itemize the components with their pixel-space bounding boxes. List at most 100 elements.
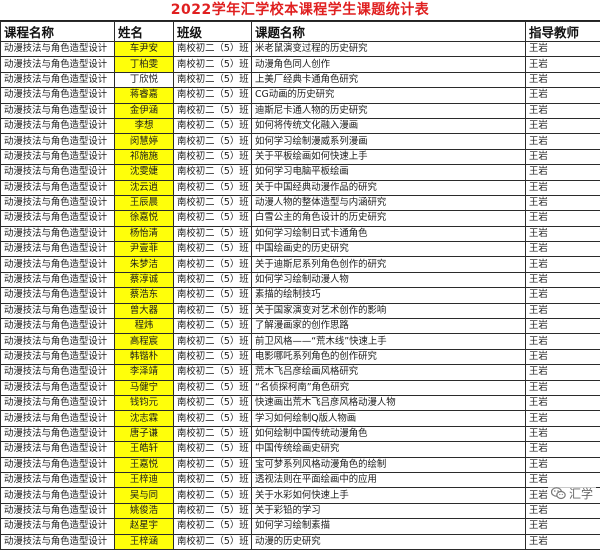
cell-name[interactable]: 车尹安 [115,42,174,57]
cell-teacher[interactable]: 王岩 [526,365,600,380]
cell-teacher[interactable]: 王岩 [526,118,600,133]
cell-class[interactable]: 南校初二（5）班 [174,472,252,487]
cell-class[interactable]: 南校初二（5）班 [174,180,252,195]
cell-course[interactable]: 动漫技法与角色造型设计 [1,411,115,426]
cell-class[interactable]: 南校初二（5）班 [174,457,252,472]
cell-teacher[interactable]: 王岩 [526,149,600,164]
cell-name[interactable]: 徐嘉悦 [115,211,174,226]
cell-topic[interactable]: 快速画出荒木飞吕彦风格动漫人物 [252,395,526,410]
cell-class[interactable]: 南校初二（5）班 [174,288,252,303]
cell-name[interactable]: 金伊涵 [115,103,174,118]
cell-topic[interactable]: 白雪公主的角色设计的历史研究 [252,211,526,226]
cell-teacher[interactable]: 王岩 [526,195,600,210]
cell-teacher[interactable]: 王岩 [526,334,600,349]
cell-teacher[interactable]: 王岩 [526,426,600,441]
cell-course[interactable]: 动漫技法与角色造型设计 [1,42,115,57]
cell-topic[interactable]: 关于平板绘画如何快速上手 [252,149,526,164]
cell-teacher[interactable]: 王岩 [526,411,600,426]
cell-name[interactable]: 马健宁 [115,380,174,395]
cell-course[interactable]: 动漫技法与角色造型设计 [1,303,115,318]
cell-class[interactable]: 南校初二（5）班 [174,57,252,72]
cell-teacher[interactable]: 王岩 [526,519,600,534]
cell-name[interactable]: 蒋睿嘉 [115,88,174,103]
cell-course[interactable]: 动漫技法与角色造型设计 [1,72,115,87]
cell-topic[interactable]: 动漫人物的整体造型与内涵研究 [252,195,526,210]
cell-teacher[interactable]: 王岩 [526,303,600,318]
cell-teacher[interactable]: 王岩 [526,380,600,395]
cell-course[interactable]: 动漫技法与角色造型设计 [1,472,115,487]
cell-course[interactable]: 动漫技法与角色造型设计 [1,442,115,457]
cell-name[interactable]: 赵星宇 [115,519,174,534]
cell-topic[interactable]: 如何学习绘制动漫人物 [252,272,526,287]
cell-topic[interactable]: 宝可梦系列风格动漫角色的绘制 [252,457,526,472]
cell-course[interactable]: 动漫技法与角色造型设计 [1,103,115,118]
cell-name[interactable]: 王梓迪 [115,472,174,487]
cell-teacher[interactable]: 王岩 [526,349,600,364]
cell-name[interactable]: 沈云逍 [115,180,174,195]
header-course[interactable]: 课程名称 [1,22,115,42]
cell-topic[interactable]: 学习如何绘制Q版人物画 [252,411,526,426]
cell-name[interactable]: 姚俊浩 [115,503,174,518]
cell-class[interactable]: 南校初二（5）班 [174,149,252,164]
cell-topic[interactable]: 如何学习电脑平板绘画 [252,165,526,180]
cell-class[interactable]: 南校初二（5）班 [174,519,252,534]
cell-course[interactable]: 动漫技法与角色造型设计 [1,211,115,226]
cell-class[interactable]: 南校初二（5）班 [174,103,252,118]
cell-topic[interactable]: 关于彩铅的学习 [252,503,526,518]
cell-topic[interactable]: CG动画的历史研究 [252,88,526,103]
cell-topic[interactable]: 动漫的历史研究 [252,534,526,549]
cell-class[interactable]: 南校初二（5）班 [174,242,252,257]
cell-name[interactable]: 李泽靖 [115,365,174,380]
cell-topic[interactable]: 中国绘画史的历史研究 [252,242,526,257]
cell-topic[interactable]: 关于水彩如何快速上手 [252,488,526,503]
cell-course[interactable]: 动漫技法与角色造型设计 [1,118,115,133]
cell-class[interactable]: 南校初二（5）班 [174,319,252,334]
cell-class[interactable]: 南校初二（5）班 [174,72,252,87]
cell-teacher[interactable]: 王岩 [526,72,600,87]
cell-class[interactable]: 南校初二（5）班 [174,272,252,287]
cell-course[interactable]: 动漫技法与角色造型设计 [1,180,115,195]
cell-class[interactable]: 南校初二（5）班 [174,118,252,133]
cell-course[interactable]: 动漫技法与角色造型设计 [1,165,115,180]
cell-topic[interactable]: 电影哪吒系列角色的创作研究 [252,349,526,364]
cell-course[interactable]: 动漫技法与角色造型设计 [1,488,115,503]
cell-name[interactable]: 蔡浩东 [115,288,174,303]
cell-teacher[interactable]: 王岩 [526,442,600,457]
cell-class[interactable]: 南校初二（5）班 [174,303,252,318]
cell-name[interactable]: 高程宸 [115,334,174,349]
cell-name[interactable]: 王皓轩 [115,442,174,457]
cell-class[interactable]: 南校初二（5）班 [174,395,252,410]
cell-course[interactable]: 动漫技法与角色造型设计 [1,257,115,272]
cell-course[interactable]: 动漫技法与角色造型设计 [1,195,115,210]
cell-teacher[interactable]: 王岩 [526,211,600,226]
cell-course[interactable]: 动漫技法与角色造型设计 [1,242,115,257]
cell-topic[interactable]: 如何学习绘制素描 [252,519,526,534]
cell-teacher[interactable]: 王岩 [526,165,600,180]
cell-topic[interactable]: 关于迪斯尼系列角色创作的研究 [252,257,526,272]
cell-topic[interactable]: 如何学习绘制日式卡通角色 [252,226,526,241]
cell-course[interactable]: 动漫技法与角色造型设计 [1,534,115,549]
cell-topic[interactable]: 如何绘制中国传统动漫角色 [252,426,526,441]
cell-class[interactable]: 南校初二（5）班 [174,442,252,457]
cell-topic[interactable]: 米老鼠演变过程的历史研究 [252,42,526,57]
cell-class[interactable]: 南校初二（5）班 [174,42,252,57]
header-name[interactable]: 姓名 [115,22,174,42]
cell-teacher[interactable]: 王岩 [526,319,600,334]
cell-class[interactable]: 南校初二（5）班 [174,195,252,210]
cell-name[interactable]: 吴与同 [115,488,174,503]
cell-topic[interactable]: 荒木飞吕彦绘画风格研究 [252,365,526,380]
cell-topic[interactable]: 素描的绘制技巧 [252,288,526,303]
cell-course[interactable]: 动漫技法与角色造型设计 [1,149,115,164]
cell-course[interactable]: 动漫技法与角色造型设计 [1,134,115,149]
cell-teacher[interactable]: 王岩 [526,57,600,72]
header-topic[interactable]: 课题名称 [252,22,526,42]
cell-topic[interactable]: 关于国家演变对艺术创作的影响 [252,303,526,318]
cell-class[interactable]: 南校初二（5）班 [174,257,252,272]
cell-teacher[interactable]: 王岩 [526,503,600,518]
cell-course[interactable]: 动漫技法与角色造型设计 [1,319,115,334]
cell-name[interactable]: 丁欣悦 [115,72,174,87]
cell-class[interactable]: 南校初二（5）班 [174,503,252,518]
cell-course[interactable]: 动漫技法与角色造型设计 [1,349,115,364]
cell-class[interactable]: 南校初二（5）班 [174,426,252,441]
cell-teacher[interactable]: 王岩 [526,242,600,257]
